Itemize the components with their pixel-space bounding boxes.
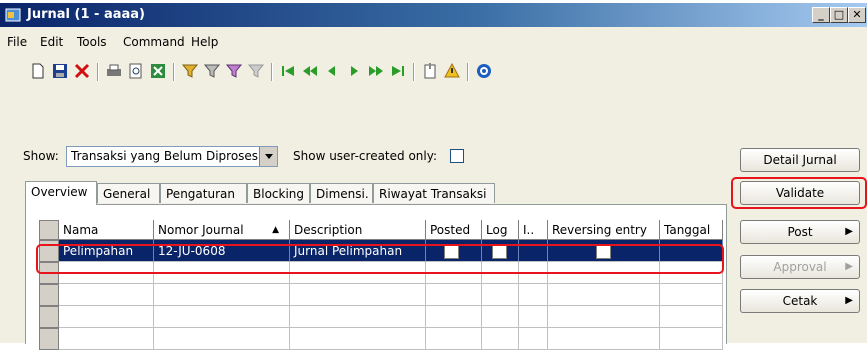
column-header-nomor-journal-label: Nomor Journal [158,223,244,237]
show-label: Show: [23,149,59,163]
filter-by-selection-icon[interactable] [201,60,223,82]
last-record-icon[interactable] [387,60,409,82]
cetak-button-label: Cetak [782,294,818,308]
empty-cell[interactable] [548,306,660,328]
empty-cell[interactable] [660,328,723,350]
highlight-new-row [36,244,724,274]
menu-help[interactable]: Help [191,35,218,49]
user-created-label: Show user-created only: [293,149,438,163]
cetak-button[interactable]: Cetak ▶ [740,289,860,313]
empty-cell[interactable] [482,284,519,306]
tab-dimensi[interactable]: Dimensi. [310,183,373,203]
column-header-tanggal[interactable]: Tanggal [660,220,723,240]
menu-edit[interactable]: Edit [40,35,63,49]
first-record-icon[interactable] [277,60,299,82]
tab-blocking[interactable]: Blocking [247,183,310,203]
export-excel-icon[interactable] [147,60,169,82]
attachment-icon[interactable] [419,60,441,82]
column-header-nama[interactable]: Nama [59,220,154,240]
show-select-value: Transaksi yang Belum Diproses [71,149,259,163]
menu-file[interactable]: File [7,35,27,49]
tab-overview[interactable]: Overview [25,181,97,205]
empty-cell[interactable] [426,284,482,306]
empty-cell[interactable] [426,306,482,328]
empty-cell[interactable] [482,306,519,328]
empty-cell[interactable] [548,284,660,306]
filter-icon[interactable] [179,60,201,82]
column-header-log[interactable]: Log [482,220,519,240]
empty-cell[interactable] [59,284,154,306]
user-created-checkbox[interactable] [450,149,464,163]
sort-asc-icon: ▲ [272,225,279,235]
close-icon[interactable]: ✕ [848,7,866,23]
app-icon [5,8,21,22]
tab-general[interactable]: General [97,183,160,203]
empty-cell[interactable] [660,306,723,328]
empty-cell[interactable] [519,328,548,350]
previous-page-icon[interactable] [299,60,321,82]
tab-riwayat-transaksi[interactable]: Riwayat Transaksi [373,183,495,203]
row-selector[interactable] [39,328,59,350]
row-selector[interactable] [39,306,59,328]
remove-filter-icon[interactable] [245,60,267,82]
post-button-label: Post [787,225,813,239]
advanced-filter-icon[interactable] [223,60,245,82]
chevron-down-icon[interactable] [259,147,277,166]
empty-cell[interactable] [290,284,426,306]
empty-cell[interactable] [426,328,482,350]
empty-cell[interactable] [548,328,660,350]
title-bar: Jurnal (1 - aaaa) _ □ ✕ [0,3,867,27]
window-title: Jurnal (1 - aaaa) [27,7,145,22]
empty-cell[interactable] [59,306,154,328]
save-icon[interactable] [49,60,71,82]
next-record-icon[interactable] [343,60,365,82]
help-icon[interactable] [473,60,495,82]
empty-cell[interactable] [290,306,426,328]
empty-cell[interactable] [154,306,290,328]
validate-button[interactable]: Validate [740,181,860,205]
chevron-right-icon: ▶ [845,295,853,306]
post-button[interactable]: Post ▶ [740,220,860,244]
column-header-i[interactable]: I.. [519,220,548,240]
empty-cell[interactable] [482,328,519,350]
approval-button-label: Approval [773,260,827,274]
column-header-nomor-journal[interactable]: Nomor Journal ▲ [154,220,290,240]
menu-command[interactable]: Command [123,35,185,49]
row-selector[interactable] [39,284,59,306]
tab-pengaturan[interactable]: Pengaturan [160,183,247,203]
alert-icon[interactable] [441,60,463,82]
print-preview-icon[interactable] [125,60,147,82]
empty-cell[interactable] [519,306,548,328]
next-page-icon[interactable] [365,60,387,82]
column-header-description[interactable]: Description [290,220,426,240]
empty-cell[interactable] [290,328,426,350]
empty-cell[interactable] [660,284,723,306]
empty-cell[interactable] [154,328,290,350]
grid-corner [39,220,59,240]
empty-cell[interactable] [519,284,548,306]
print-icon[interactable] [103,60,125,82]
minimize-icon[interactable]: _ [812,7,830,23]
approval-button: Approval ▶ [740,255,860,279]
empty-cell[interactable] [59,328,154,350]
overview-panel: Nama Nomor Journal ▲ Description Posted … [25,204,727,350]
maximize-icon[interactable]: □ [830,7,848,23]
chevron-right-icon: ▶ [845,261,853,272]
column-header-reversing-entry[interactable]: Reversing entry [548,220,660,240]
previous-record-icon[interactable] [321,60,343,82]
journal-grid: Nama Nomor Journal ▲ Description Posted … [39,220,723,350]
show-select[interactable]: Transaksi yang Belum Diproses [66,146,278,167]
chevron-right-icon: ▶ [845,226,853,237]
empty-cell[interactable] [154,284,290,306]
detail-jurnal-button[interactable]: Detail Jurnal [740,148,860,172]
menu-tools[interactable]: Tools [77,35,107,49]
new-icon[interactable] [27,60,49,82]
column-header-posted[interactable]: Posted [426,220,482,240]
delete-icon[interactable] [71,60,93,82]
